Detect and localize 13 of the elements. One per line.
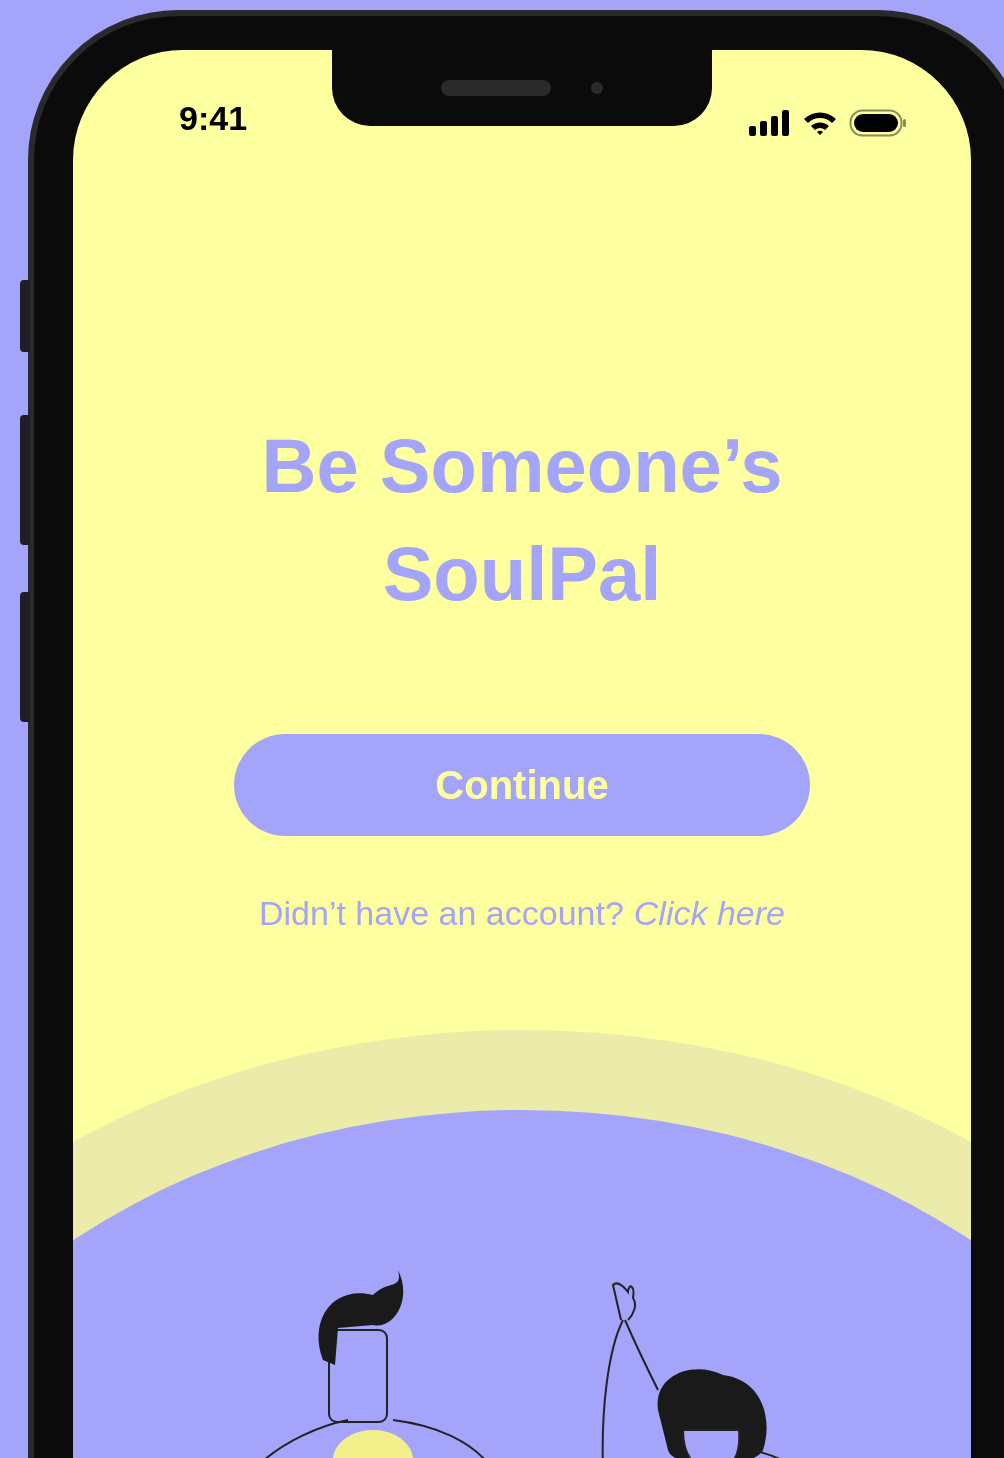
- side-button[interactable]: [20, 592, 30, 722]
- continue-button[interactable]: Continue: [234, 734, 810, 836]
- battery-icon: [849, 109, 907, 137]
- signal-icon: [749, 110, 791, 136]
- click-here-link[interactable]: Click here: [633, 888, 785, 939]
- headline: Be Someone’s SoulPal: [260, 422, 784, 618]
- speaker-icon: [441, 80, 551, 96]
- status-time: 9:41: [179, 97, 248, 139]
- side-button[interactable]: [20, 280, 30, 352]
- wifi-icon: [803, 110, 837, 136]
- side-button[interactable]: [20, 415, 30, 545]
- signup-prompt: Didn’t have an account?: [259, 893, 624, 934]
- camera-icon: [591, 82, 603, 94]
